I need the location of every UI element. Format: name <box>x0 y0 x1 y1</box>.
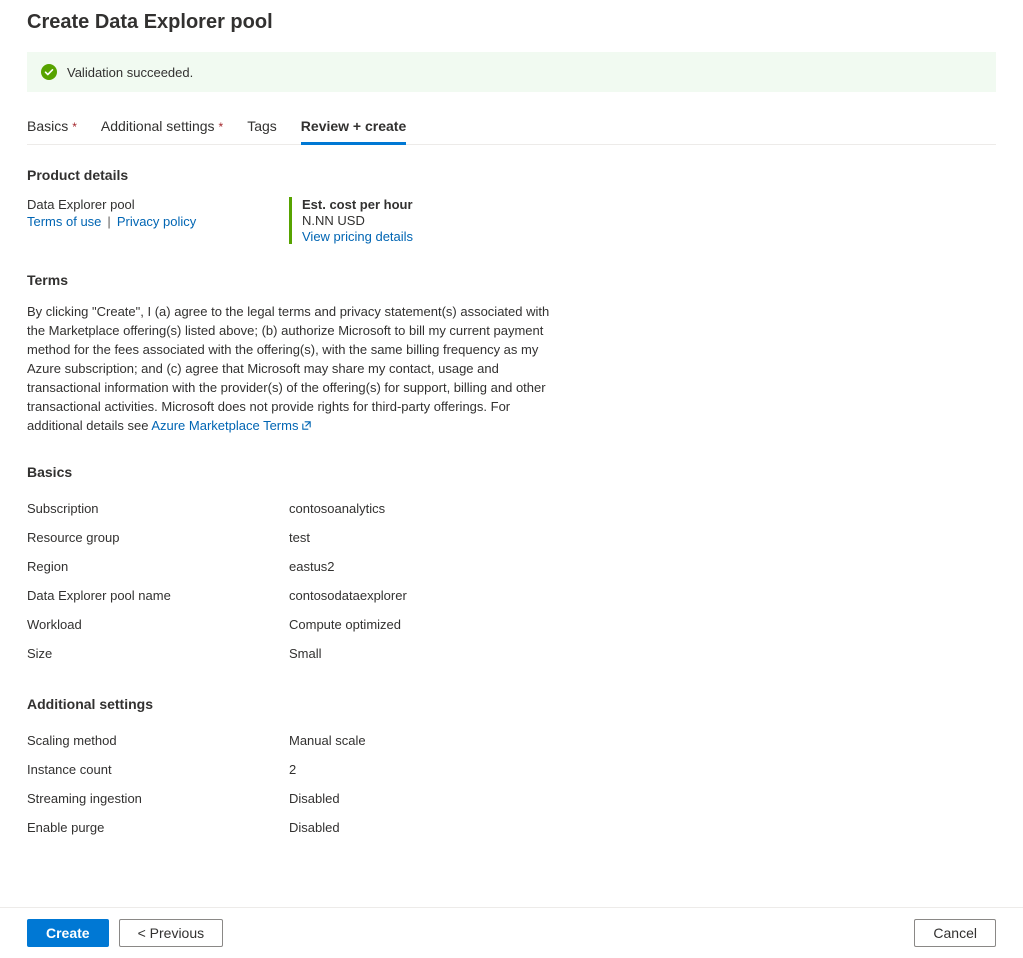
basics-row: Data Explorer pool namecontosodataexplor… <box>27 581 996 610</box>
tab-review-create[interactable]: Review + create <box>301 112 406 144</box>
required-indicator: * <box>72 120 77 134</box>
additional-key: Instance count <box>27 762 289 777</box>
product-details-heading: Product details <box>27 167 996 183</box>
tab-review-label: Review + create <box>301 118 406 134</box>
view-pricing-link[interactable]: View pricing details <box>302 229 413 244</box>
basics-row: Regioneastus2 <box>27 552 996 581</box>
marketplace-terms-label: Azure Marketplace Terms <box>151 418 298 433</box>
link-separator: | <box>107 214 110 229</box>
basics-key: Data Explorer pool name <box>27 588 289 603</box>
basics-value: Compute optimized <box>289 617 401 632</box>
terms-body: By clicking "Create", I (a) agree to the… <box>27 304 549 433</box>
basics-key: Resource group <box>27 530 289 545</box>
basics-row: Subscriptioncontosoanalytics <box>27 494 996 523</box>
tab-additional-label: Additional settings <box>101 118 215 134</box>
marketplace-terms-link[interactable]: Azure Marketplace Terms <box>151 418 312 433</box>
terms-of-use-link[interactable]: Terms of use <box>27 214 101 229</box>
basics-key: Size <box>27 646 289 661</box>
external-link-icon <box>301 417 312 436</box>
cancel-button[interactable]: Cancel <box>914 919 996 947</box>
validation-banner: Validation succeeded. <box>27 52 996 92</box>
basics-row: SizeSmall <box>27 639 996 668</box>
product-name: Data Explorer pool <box>27 197 289 212</box>
basics-row: WorkloadCompute optimized <box>27 610 996 639</box>
terms-text: By clicking "Create", I (a) agree to the… <box>27 302 567 436</box>
additional-row: Streaming ingestionDisabled <box>27 784 996 813</box>
cost-block: Est. cost per hour N.NN USD View pricing… <box>289 197 413 244</box>
footer: Create < Previous Cancel <box>0 907 1023 958</box>
terms-heading: Terms <box>27 272 996 288</box>
basics-heading: Basics <box>27 464 996 480</box>
tab-basics[interactable]: Basics * <box>27 112 77 144</box>
additional-key: Scaling method <box>27 733 289 748</box>
additional-row: Instance count2 <box>27 755 996 784</box>
basics-value: eastus2 <box>289 559 335 574</box>
basics-value: Small <box>289 646 322 661</box>
tab-tags-label: Tags <box>247 118 277 134</box>
basics-key: Subscription <box>27 501 289 516</box>
previous-button[interactable]: < Previous <box>119 919 224 947</box>
basics-key: Workload <box>27 617 289 632</box>
validation-message: Validation succeeded. <box>67 65 193 80</box>
basics-key: Region <box>27 559 289 574</box>
basics-value: contosoanalytics <box>289 501 385 516</box>
additional-row: Enable purgeDisabled <box>27 813 996 842</box>
additional-key: Streaming ingestion <box>27 791 289 806</box>
tabs: Basics * Additional settings * Tags Review… <box>27 112 996 145</box>
check-circle-icon <box>41 64 57 80</box>
additional-value: Manual scale <box>289 733 366 748</box>
tab-basics-label: Basics <box>27 118 68 134</box>
create-button[interactable]: Create <box>27 919 109 947</box>
additional-value: 2 <box>289 762 296 777</box>
page-title: Create Data Explorer pool <box>27 11 996 34</box>
basics-row: Resource grouptest <box>27 523 996 552</box>
additional-value: Disabled <box>289 820 340 835</box>
tab-tags[interactable]: Tags <box>247 112 277 144</box>
cost-value: N.NN USD <box>302 213 413 228</box>
additional-value: Disabled <box>289 791 340 806</box>
basics-value: test <box>289 530 310 545</box>
additional-row: Scaling methodManual scale <box>27 726 996 755</box>
additional-key: Enable purge <box>27 820 289 835</box>
required-indicator: * <box>219 120 224 134</box>
additional-settings-heading: Additional settings <box>27 696 996 712</box>
tab-additional-settings[interactable]: Additional settings * <box>101 112 223 144</box>
privacy-policy-link[interactable]: Privacy policy <box>117 214 196 229</box>
basics-value: contosodataexplorer <box>289 588 407 603</box>
cost-label: Est. cost per hour <box>302 197 413 212</box>
